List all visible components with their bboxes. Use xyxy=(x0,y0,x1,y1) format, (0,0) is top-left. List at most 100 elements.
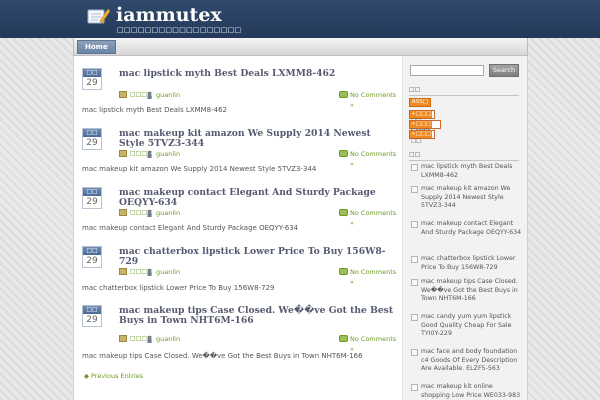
calendar-date-icon: □□ 29 xyxy=(82,187,102,209)
badge-tag: +□□□ xyxy=(410,111,433,118)
search-input[interactable] xyxy=(410,65,484,76)
previous-entries-label[interactable]: Previous Entries xyxy=(91,372,143,380)
recent-post-label[interactable]: mac face and body foundation c4 Goods Of… xyxy=(421,348,517,372)
site-title[interactable]: iammutex xyxy=(116,4,222,26)
folder-icon xyxy=(119,150,127,157)
recent-post-link[interactable]: mac lipstick myth Best Deals LXMM8-462 xyxy=(411,163,523,180)
date-day: 29 xyxy=(86,78,98,88)
recent-post-label[interactable]: mac makeup contact Elegant And Sturdy Pa… xyxy=(421,220,521,236)
bullet-box-icon xyxy=(411,221,418,228)
main-content: □□ 29 mac lipstick myth Best Deals LXMM8… xyxy=(73,56,403,400)
recent-post-link[interactable]: mac makeup kit amazon We Supply 2014 New… xyxy=(411,185,523,211)
post-excerpt: mac lipstick myth Best Deals LXMM8-462 xyxy=(82,106,227,114)
recent-post-link[interactable]: mac chatterbox lipstick Lower Price To B… xyxy=(411,255,523,272)
date-day: 29 xyxy=(86,138,98,148)
date-month: □□ xyxy=(83,69,101,77)
bullet-box-icon xyxy=(411,186,418,193)
post-title-link[interactable]: mac chatterbox lipstick Lower Price To B… xyxy=(119,247,399,267)
recent-post-label[interactable]: mac makeup kit online shopping Low Price… xyxy=(421,383,520,399)
post: □□ 29 mac chatterbox lipstick Lower Pric… xyxy=(82,246,400,304)
bullet-box-icon xyxy=(411,349,418,356)
bullet-box-icon xyxy=(411,384,418,391)
subscribe-widget-title: □□ xyxy=(409,86,421,93)
comment-icon xyxy=(339,91,348,98)
recent-posts-title: □□ xyxy=(409,151,421,158)
user-icon xyxy=(146,91,153,99)
post: □□ 29 mac lipstick myth Best Deals LXMM8… xyxy=(82,68,400,126)
user-icon xyxy=(146,335,153,343)
post-title-link[interactable]: mac makeup kit amazon We Supply 2014 New… xyxy=(119,129,399,149)
folder-icon xyxy=(119,268,127,275)
date-day: 29 xyxy=(86,256,98,266)
user-icon xyxy=(146,150,153,158)
recent-post-label[interactable]: mac chatterbox lipstick Lower Price To B… xyxy=(421,255,516,271)
post-meta: □□□□ guanlin No Comments » xyxy=(119,90,399,109)
post-meta: □□□□ guanlin No Comments » xyxy=(119,149,399,168)
divider xyxy=(409,95,519,96)
calendar-date-icon: □□ 29 xyxy=(82,305,102,327)
recent-post-link[interactable]: mac makeup kit online shopping Low Price… xyxy=(411,383,523,400)
post-meta: □□□□ guanlin No Comments » xyxy=(119,334,399,353)
post-title-link[interactable]: mac lipstick myth Best Deals LXMM8-462 xyxy=(119,69,399,79)
rss-feed-badge[interactable]: RSS□ xyxy=(409,98,431,107)
post-meta: □□□□ guanlin No Comments » xyxy=(119,267,399,286)
nav-bar: Home xyxy=(73,38,528,56)
author-link[interactable]: guanlin xyxy=(156,208,180,218)
divider xyxy=(409,160,519,161)
subscribe-badge[interactable]: +□□□□□ xyxy=(409,110,435,124)
user-icon xyxy=(146,268,153,276)
bullet-box-icon xyxy=(411,314,418,321)
post-title-link[interactable]: mac makeup tips Case Closed. We��ve Got … xyxy=(119,306,399,326)
folder-icon xyxy=(119,209,127,216)
date-month: □□ xyxy=(83,247,101,255)
notepad-pencil-icon[interactable] xyxy=(86,6,110,26)
recent-post-label[interactable]: mac lipstick myth Best Deals LXMM8-462 xyxy=(421,163,512,179)
author-link[interactable]: guanlin xyxy=(156,149,180,159)
recent-post-link[interactable]: mac makeup tips Case Closed. We��ve Got … xyxy=(411,278,523,304)
subscribe-badge[interactable]: +□□□□□ xyxy=(409,130,435,144)
badge-tag: +□□□ xyxy=(410,121,433,128)
post-title-link[interactable]: mac makeup contact Elegant And Sturdy Pa… xyxy=(119,188,399,208)
date-day: 29 xyxy=(86,315,98,325)
folder-icon xyxy=(119,335,127,342)
post-excerpt: mac chatterbox lipstick Lower Price To B… xyxy=(82,284,275,292)
post-excerpt: mac makeup tips Case Closed. We��ve Got … xyxy=(82,352,363,360)
sidebar: Search □□ RSS□ +□□□□□ +□□□Google +□□□□□ … xyxy=(403,56,528,400)
calendar-date-icon: □□ 29 xyxy=(82,246,102,268)
calendar-date-icon: □□ 29 xyxy=(82,128,102,150)
badge-tag: +□□□ xyxy=(410,131,433,138)
post-meta: □□□□ guanlin No Comments » xyxy=(119,208,399,227)
comment-icon xyxy=(339,150,348,157)
bullet-box-icon xyxy=(411,164,418,171)
recent-post-link[interactable]: mac candy yum yum lipstick Good Quality … xyxy=(411,313,523,339)
bullet-box-icon xyxy=(411,279,418,286)
author-link[interactable]: guanlin xyxy=(156,90,180,100)
site-description: □□□□□□□□□□□□□□□□□□ xyxy=(117,26,242,34)
author-link[interactable]: guanlin xyxy=(156,267,180,277)
calendar-date-icon: □□ 29 xyxy=(82,68,102,90)
google-subscribe-badge[interactable]: +□□□Google xyxy=(409,120,441,134)
recent-post-label[interactable]: mac candy yum yum lipstick Good Quality … xyxy=(421,313,512,337)
post-excerpt: mac makeup contact Elegant And Sturdy Pa… xyxy=(82,224,299,232)
left-arrow-icon: ◆ xyxy=(84,372,89,380)
comment-icon xyxy=(339,268,348,275)
previous-entries-link[interactable]: ◆ Previous Entries xyxy=(84,372,143,380)
date-month: □□ xyxy=(83,188,101,196)
post: □□ 29 mac makeup tips Case Closed. We��v… xyxy=(82,305,400,363)
nav-home-tab[interactable]: Home xyxy=(77,40,116,54)
search-button[interactable]: Search xyxy=(489,64,519,77)
date-day: 29 xyxy=(86,197,98,207)
recent-post-label[interactable]: mac makeup kit amazon We Supply 2014 New… xyxy=(421,185,510,209)
date-month: □□ xyxy=(83,306,101,314)
author-link[interactable]: guanlin xyxy=(156,334,180,344)
post: □□ 29 mac makeup contact Elegant And Stu… xyxy=(82,187,400,245)
recent-post-label[interactable]: mac makeup tips Case Closed. We��ve Got … xyxy=(421,278,518,302)
badge-name: □□ xyxy=(411,138,422,144)
date-month: □□ xyxy=(83,129,101,137)
folder-icon xyxy=(119,91,127,98)
recent-post-link[interactable]: mac face and body foundation c4 Goods Of… xyxy=(411,348,523,374)
recent-post-link[interactable]: mac makeup contact Elegant And Sturdy Pa… xyxy=(411,220,523,237)
site-header: iammutex □□□□□□□□□□□□□□□□□□ xyxy=(0,0,600,38)
post-excerpt: mac makeup kit amazon We Supply 2014 New… xyxy=(82,165,317,173)
comment-icon xyxy=(339,209,348,216)
